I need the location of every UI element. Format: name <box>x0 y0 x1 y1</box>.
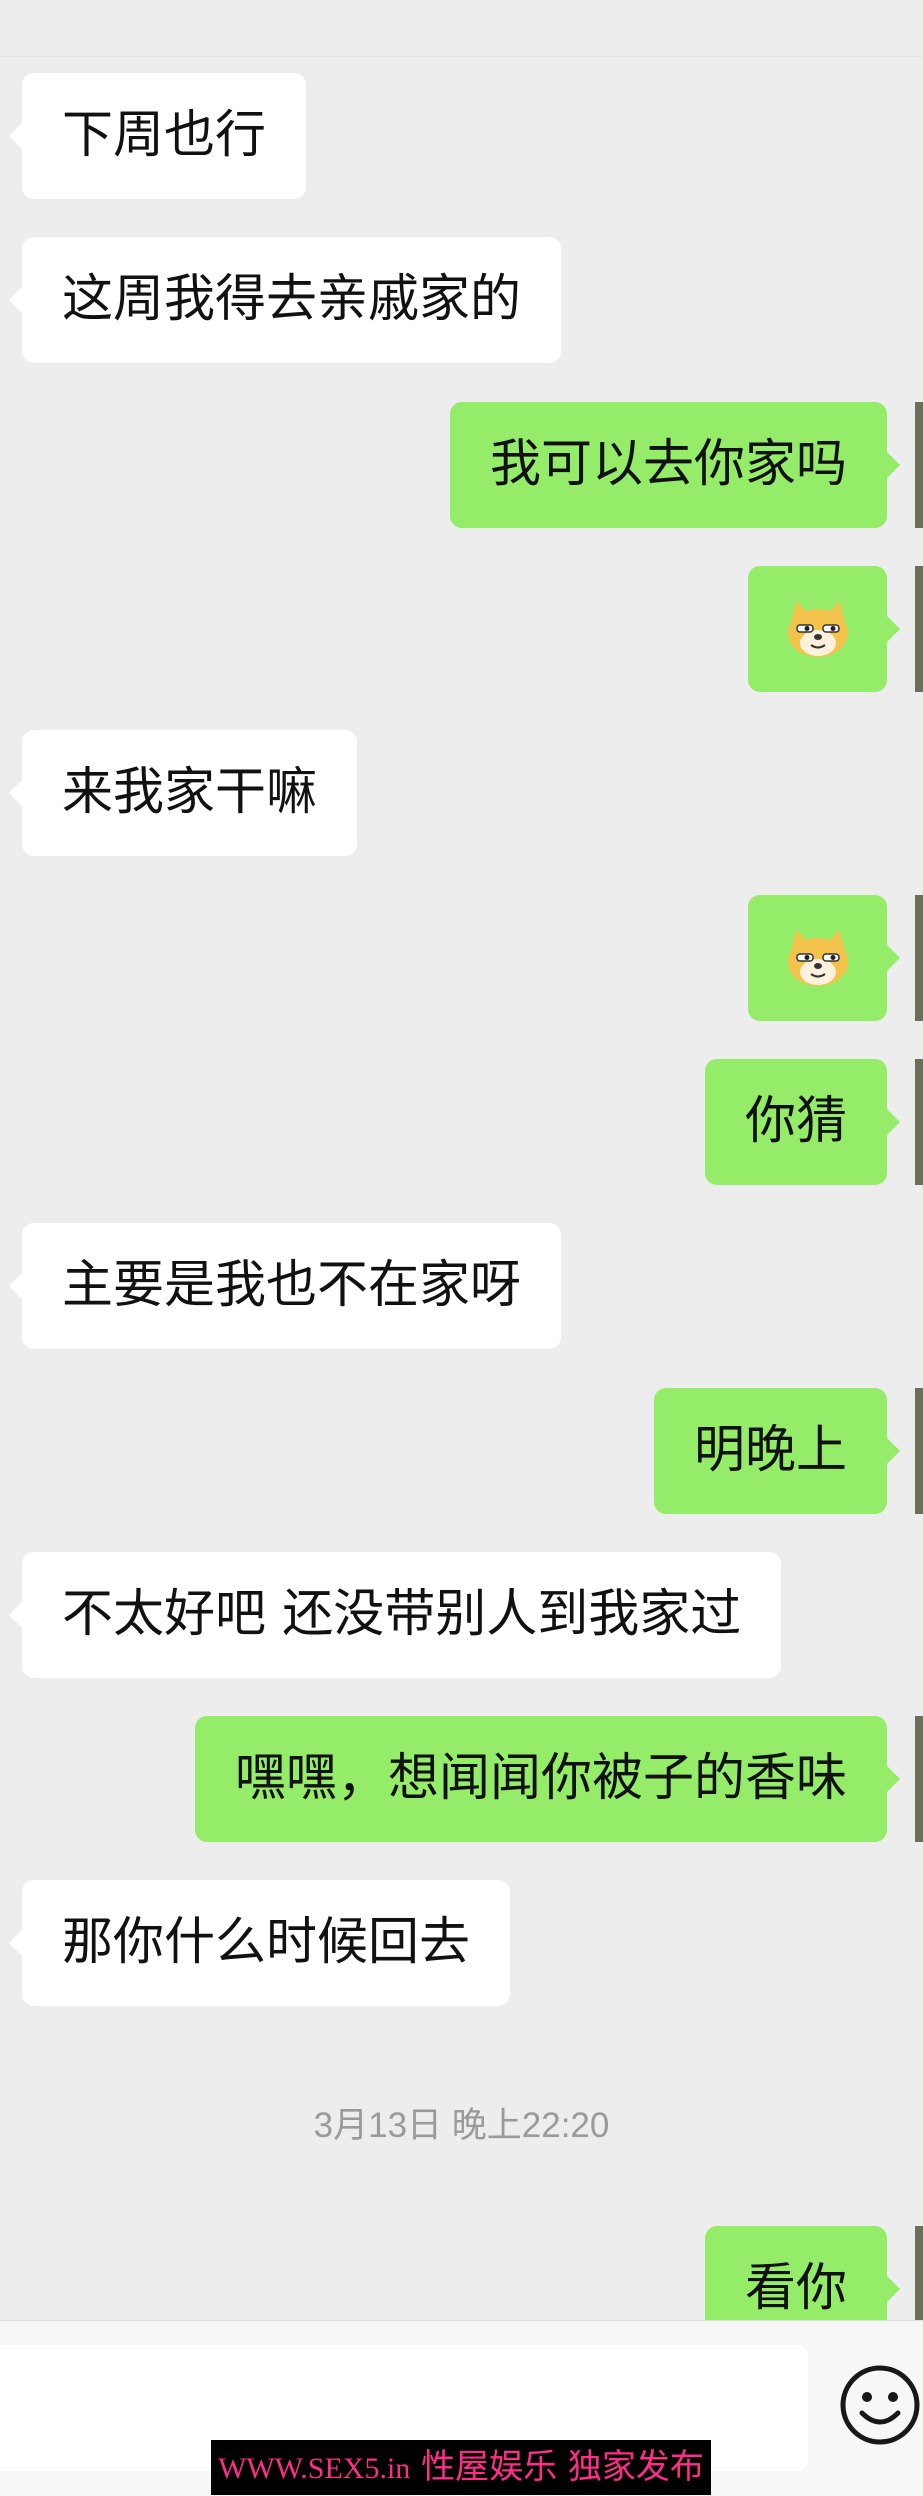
watermark-banner: WWW.SEX5.in 性屋娱乐 独家发布 <box>211 2440 711 2495</box>
own-avatar[interactable] <box>915 566 923 692</box>
message-outgoing[interactable]: 我可以去你家吗 <box>449 402 901 528</box>
message-incoming[interactable]: 那你什么时候回去 <box>8 1880 511 2006</box>
own-avatar[interactable] <box>915 1059 923 1185</box>
message-incoming[interactable]: 这周我得去亲戚家的 <box>8 237 562 363</box>
doge-emoji-icon <box>787 601 848 657</box>
own-avatar[interactable] <box>915 402 923 528</box>
own-avatar[interactable] <box>915 895 923 1021</box>
message-incoming[interactable]: 不太好吧 还没带别人到我家过 <box>8 1552 782 1678</box>
chat-timestamp: 3月13日 晚上22:20 <box>313 2106 610 2145</box>
message-incoming[interactable]: 来我家干嘛 <box>8 730 358 856</box>
message-incoming[interactable]: 主要是我也不在家呀 <box>8 1223 562 1349</box>
doge-emoji-icon <box>787 930 848 986</box>
message-outgoing[interactable]: 明晚上 <box>653 1388 901 1514</box>
smiley-face-icon[interactable] <box>838 2363 922 2447</box>
message-outgoing[interactable]: 嘿嘿，想闻闻你被子的香味 <box>194 1716 901 1842</box>
own-avatar[interactable] <box>915 1388 923 1514</box>
message-outgoing[interactable]: 你猜 <box>704 1059 901 1185</box>
message-outgoing-emoji[interactable] <box>748 895 900 1021</box>
message-incoming[interactable]: 下周也行 <box>8 73 307 199</box>
message-outgoing-emoji[interactable] <box>748 566 900 692</box>
chat-header-edge <box>0 0 923 57</box>
watermark-text: 性屋娱乐 独家发布 <box>421 2447 704 2487</box>
watermark-url: WWW.SEX5.in <box>218 2452 411 2485</box>
own-avatar[interactable] <box>915 1716 923 1842</box>
